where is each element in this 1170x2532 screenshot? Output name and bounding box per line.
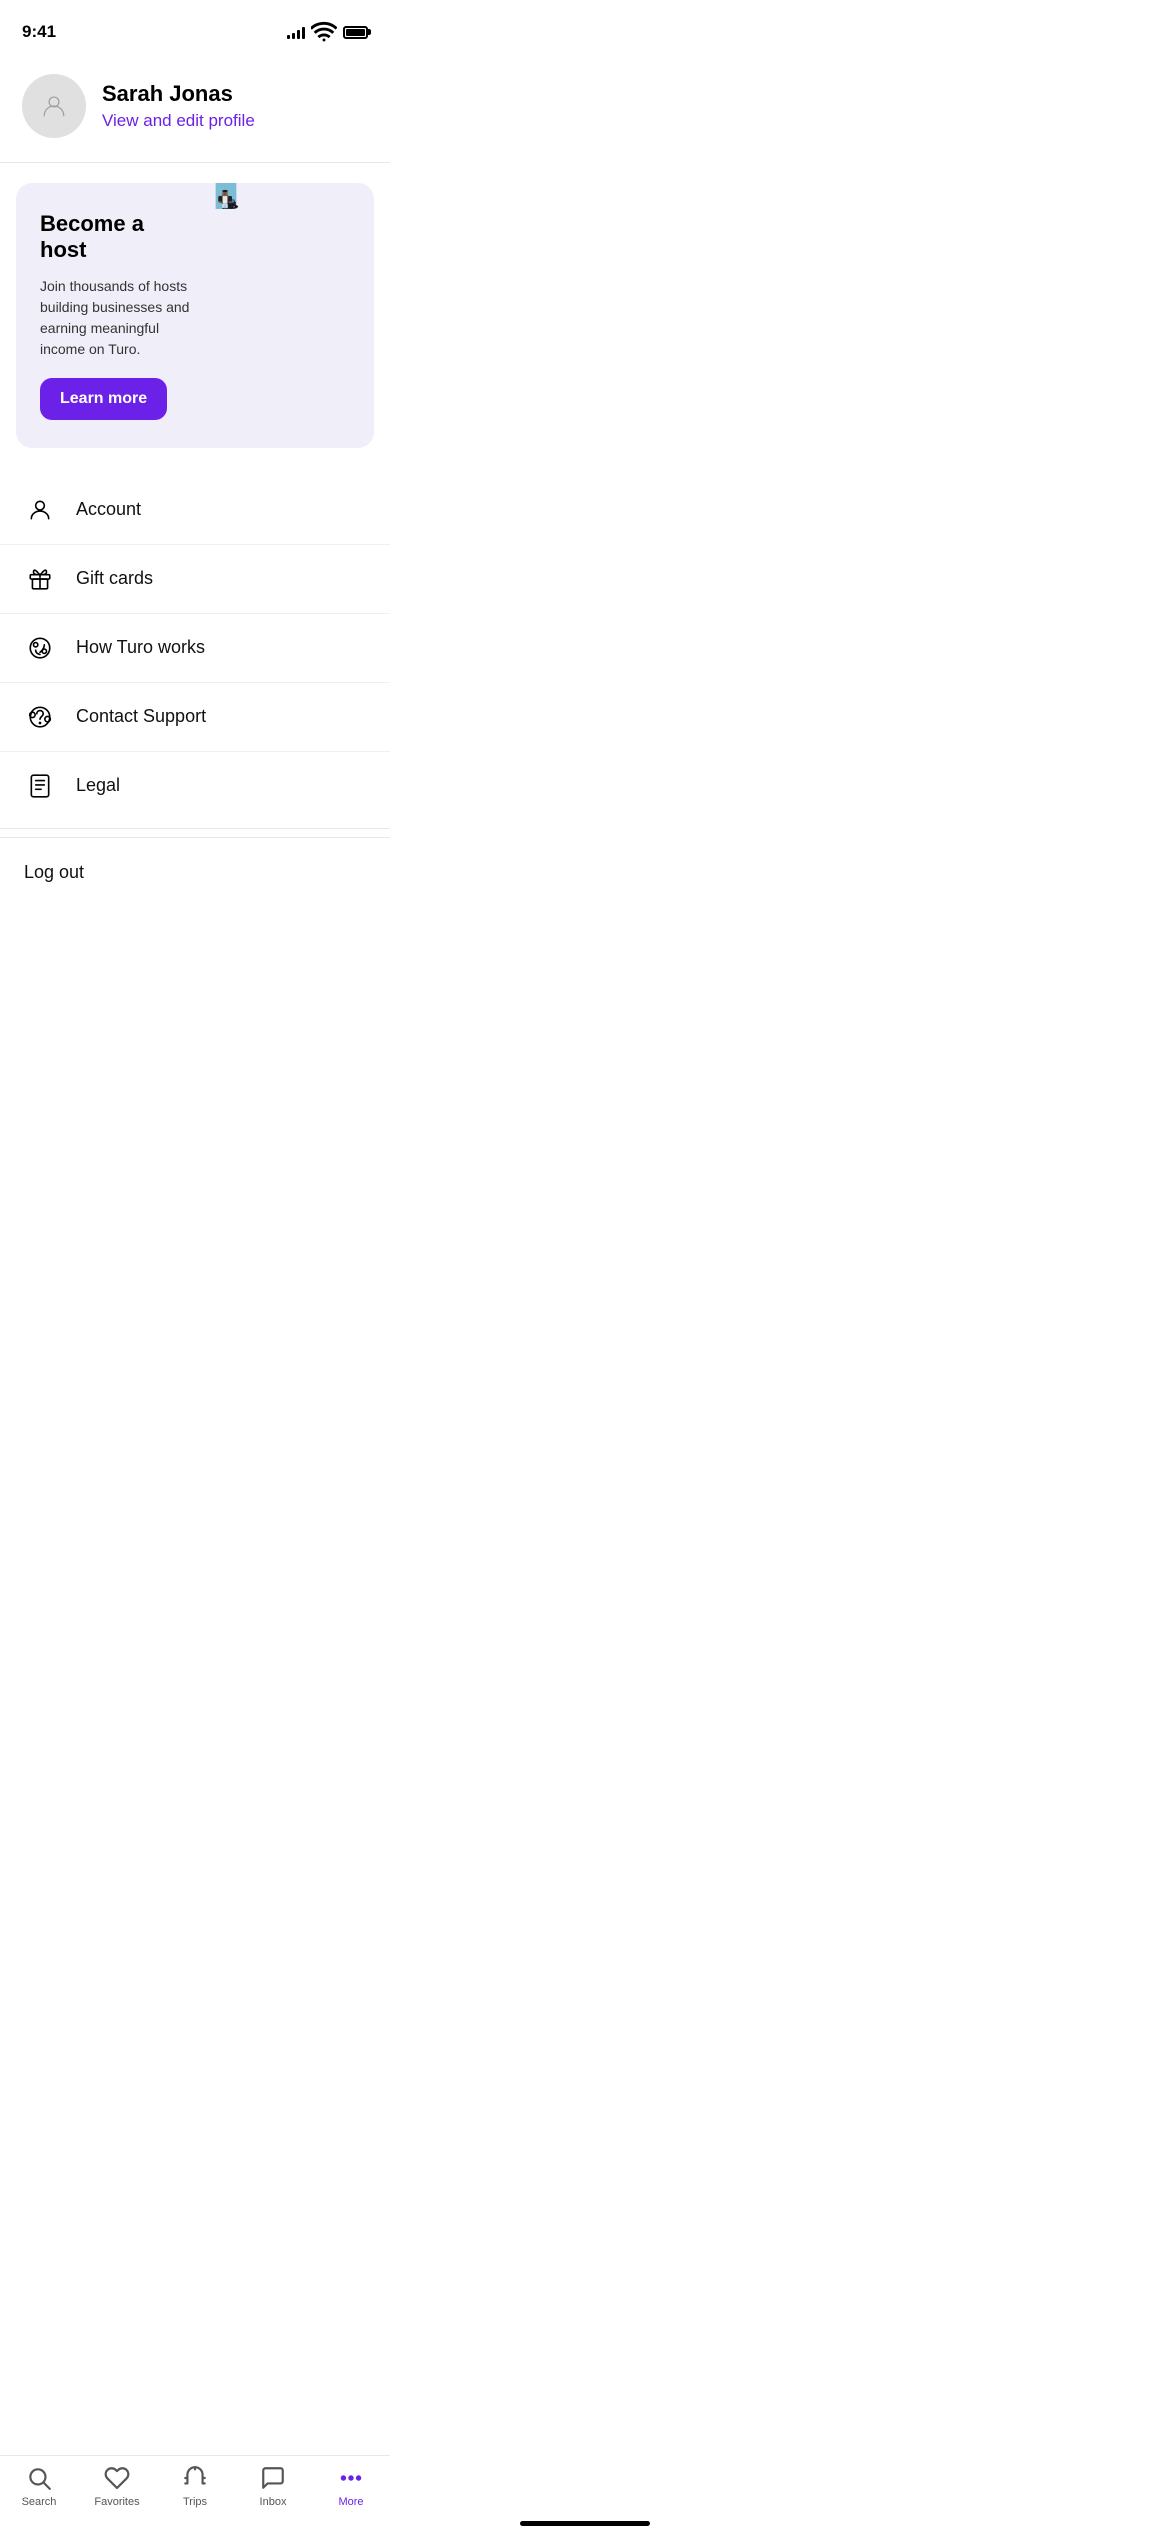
edit-profile-link[interactable]: View and edit profile [102,111,255,131]
contact-support-label: Contact Support [76,706,206,727]
menu-item-gift-cards[interactable]: Gift cards [0,545,390,614]
menu-item-legal[interactable]: Legal [0,752,390,820]
nav-item-more[interactable]: More [312,2464,390,2508]
logout-label[interactable]: Log out [24,862,84,882]
nav-item-favorites[interactable]: Favorites [78,2464,156,2508]
host-banner-description: Join thousands of hosts building busines… [40,276,193,360]
signal-icon [287,25,305,39]
divider-top [0,162,390,163]
status-icons [287,19,368,45]
favorites-nav-icon [103,2464,131,2492]
account-label: Account [76,499,141,520]
trips-nav-label: Trips [183,2496,207,2508]
support-icon [24,701,56,733]
learn-more-button[interactable]: Learn more [40,378,167,420]
menu-item-how-turo-works[interactable]: How Turo works [0,614,390,683]
menu-item-contact-support[interactable]: Contact Support [0,683,390,752]
profile-name: Sarah Jonas [102,81,255,107]
nav-item-trips[interactable]: Trips [156,2464,234,2508]
legal-label: Legal [76,775,120,796]
favorites-nav-label: Favorites [94,2496,139,2508]
gift-cards-label: Gift cards [76,568,153,589]
divider-logout [0,828,390,829]
status-bar: 9:41 [0,0,390,50]
host-banner-title: Become a host [40,211,193,264]
gift-icon [24,563,56,595]
nav-item-inbox[interactable]: Inbox [234,2464,312,2508]
logout-section[interactable]: Log out [0,837,390,899]
status-time: 9:41 [22,22,56,42]
trips-nav-icon [181,2464,209,2492]
home-indicator [520,2521,650,2526]
menu-item-account[interactable]: Account [0,476,390,545]
nav-item-search[interactable]: Search [0,2464,78,2508]
more-nav-label: More [338,2496,363,2508]
host-banner: Become a host Join thousands of hosts bu… [16,183,374,448]
wifi-icon [311,19,337,45]
profile-section: Sarah Jonas View and edit profile [0,50,390,162]
battery-icon [343,26,368,39]
search-nav-label: Search [22,2496,57,2508]
profile-info: Sarah Jonas View and edit profile [102,81,255,131]
search-nav-icon [25,2464,53,2492]
host-banner-image [213,183,374,448]
bottom-nav: Search Favorites Trips Inbox [0,2455,390,2532]
turo-works-icon [24,632,56,664]
how-turo-works-label: How Turo works [76,637,205,658]
inbox-nav-icon [259,2464,287,2492]
inbox-nav-label: Inbox [260,2496,287,2508]
host-banner-content: Become a host Join thousands of hosts bu… [16,183,213,448]
more-nav-icon [337,2464,365,2492]
avatar [22,74,86,138]
legal-icon [24,770,56,802]
host-illustration [213,183,239,209]
menu-list: Account Gift cards [0,468,390,828]
main-content: Sarah Jonas View and edit profile Become… [0,50,390,999]
person-icon [24,494,56,526]
avatar-person-icon [41,93,67,119]
